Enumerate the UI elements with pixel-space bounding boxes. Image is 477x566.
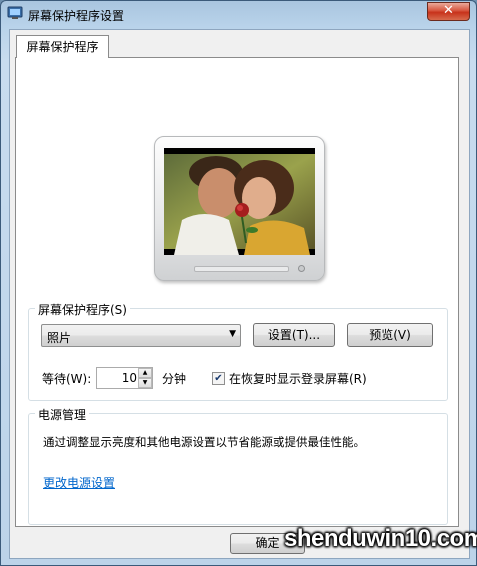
dialog-client-area: 屏幕保护程序 屏幕保护程序(S) 照片 ▼ 设置(T)... 预览(V) 等待(… <box>9 29 470 559</box>
preview-button-label: 预览(V) <box>369 328 411 342</box>
watermark: shenduwin10.com <box>284 525 477 552</box>
screensaver-settings-window: 屏幕保护程序设置 ✕ 屏幕保护程序 屏幕保护程序(S) 照片 ▼ 设置(T)..… <box>0 0 477 566</box>
power-management-group: 电源管理 通过调整显示亮度和其他电源设置以节省能源或提供最佳性能。 更改电源设置 <box>28 406 448 525</box>
screensaver-select-value: 照片 <box>47 331 72 345</box>
wait-minutes-value[interactable]: 10 <box>97 371 137 385</box>
monitor-power-icon <box>298 265 305 272</box>
checkmark-icon: ✔ <box>214 373 223 384</box>
change-power-settings-link[interactable]: 更改电源设置 <box>43 474 115 491</box>
wait-label: 等待(W): <box>42 372 92 386</box>
tab-label: 屏幕保护程序 <box>26 40 99 54</box>
spin-up-icon[interactable]: ▲ <box>138 368 152 378</box>
minutes-label: 分钟 <box>162 372 187 386</box>
resume-login-label[interactable]: 在恢复时显示登录屏幕(R) <box>229 370 367 387</box>
screensaver-select[interactable]: 照片 ▼ <box>41 324 241 347</box>
settings-button-label: 设置(T)... <box>267 328 321 342</box>
preview-button[interactable]: 预览(V) <box>347 323 433 347</box>
power-description: 通过调整显示亮度和其他电源设置以节省能源或提供最佳性能。 <box>43 435 365 449</box>
wait-minutes-stepper[interactable]: 10 ▲ ▼ <box>96 367 153 389</box>
power-group-label: 电源管理 <box>35 406 90 423</box>
settings-button[interactable]: 设置(T)... <box>253 323 335 347</box>
resume-login-checkbox[interactable]: ✔ <box>212 372 225 385</box>
tab-screensaver[interactable]: 屏幕保护程序 <box>16 35 109 58</box>
chevron-down-icon: ▼ <box>229 329 236 339</box>
monitor-disc-slot <box>194 266 289 272</box>
title-bar[interactable]: 屏幕保护程序设置 ✕ <box>1 1 476 27</box>
monitor-preview <box>154 136 325 281</box>
tab-panel: 屏幕保护程序(S) 照片 ▼ 设置(T)... 预览(V) 等待(W): 10 … <box>15 57 459 527</box>
screensaver-group-label: 屏幕保护程序(S) <box>35 301 130 318</box>
ok-button-label: 确定 <box>255 536 280 550</box>
screensaver-group: 屏幕保护程序(S) 照片 ▼ 设置(T)... 预览(V) 等待(W): 10 … <box>28 301 448 401</box>
screensaver-icon <box>7 6 23 19</box>
close-icon: ✕ <box>443 3 454 18</box>
preview-screen <box>164 148 315 255</box>
stepper-buttons: ▲ ▼ <box>138 368 152 388</box>
preview-photo <box>164 148 315 255</box>
window-title: 屏幕保护程序设置 <box>28 9 125 23</box>
spin-down-icon[interactable]: ▼ <box>138 378 152 388</box>
close-button[interactable]: ✕ <box>427 2 470 21</box>
